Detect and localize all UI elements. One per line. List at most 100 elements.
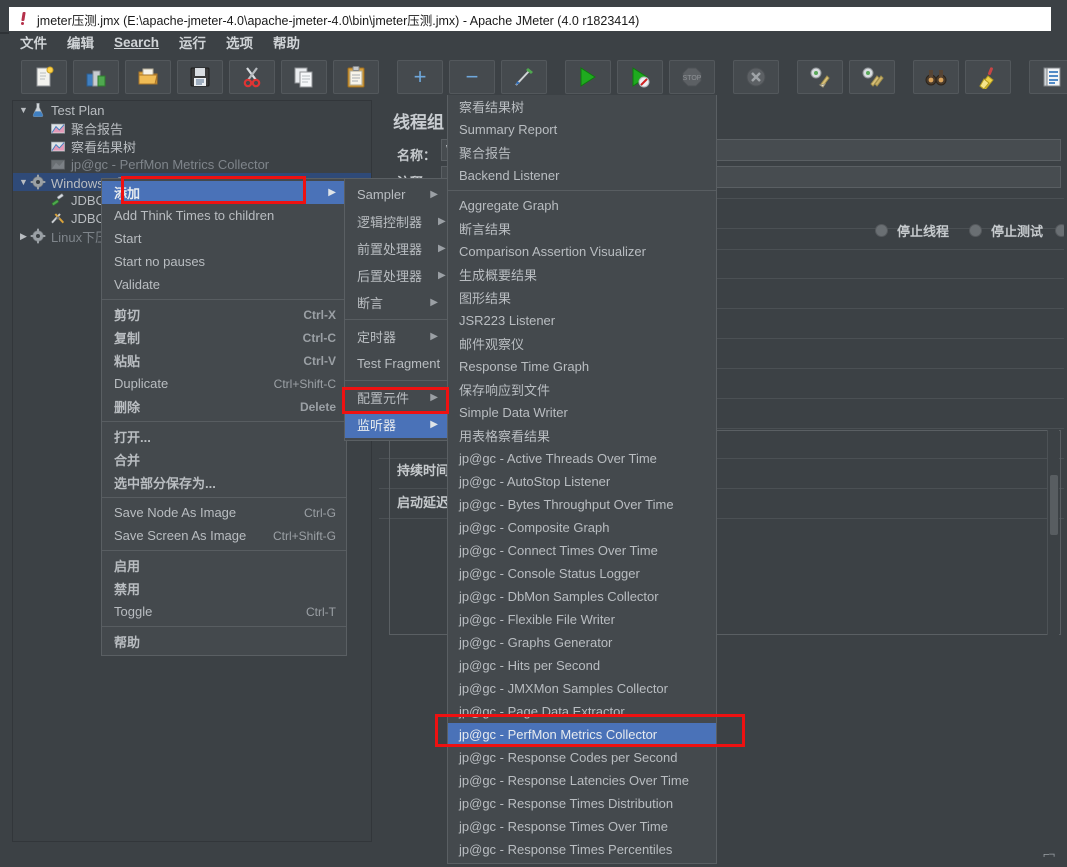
new-test-plan-button[interactable] bbox=[21, 60, 67, 94]
listener-submenu-item-18[interactable]: jp@gc - Bytes Throughput Over Time bbox=[448, 493, 716, 516]
context-menu-item-8[interactable]: 粘贴 Ctrl-V bbox=[102, 349, 346, 372]
add-submenu-item-4[interactable]: 断言 ▶ bbox=[345, 289, 448, 316]
listener-submenu-item-11[interactable]: 邮件观察仪 bbox=[448, 332, 716, 355]
add-submenu-item-9[interactable]: 配置元件 ▶ bbox=[345, 384, 448, 411]
listener-submenu-item-31[interactable]: jp@gc - Response Times Distribution bbox=[448, 792, 716, 815]
add-submenu-item-2[interactable]: 前置处理器 ▶ bbox=[345, 235, 448, 262]
listener-submenu-item-27[interactable]: jp@gc - Page Data Extractor bbox=[448, 700, 716, 723]
listener-submenu-item-2[interactable]: 聚合报告 bbox=[448, 141, 716, 164]
listener-submenu-item-25[interactable]: jp@gc - Hits per Second bbox=[448, 654, 716, 677]
listener-submenu-item-30[interactable]: jp@gc - Response Latencies Over Time bbox=[448, 769, 716, 792]
cut-button[interactable] bbox=[229, 60, 275, 94]
tree-node-3[interactable]: jp@gc - PerfMon Metrics Collector bbox=[13, 155, 371, 173]
context-menu-item-13[interactable]: 合并 bbox=[102, 448, 346, 471]
context-menu-item-14[interactable]: 选中部分保存为... bbox=[102, 471, 346, 494]
listener-submenu-item-13[interactable]: 保存响应到文件 bbox=[448, 378, 716, 401]
listener-submenu-item-8[interactable]: 生成概要结果 bbox=[448, 263, 716, 286]
clear-button[interactable] bbox=[797, 60, 843, 94]
listener-submenu-item-5[interactable]: Aggregate Graph bbox=[448, 194, 716, 217]
context-menu-item-19[interactable]: 启用 bbox=[102, 554, 346, 577]
add-submenu-item-1[interactable]: 逻辑控制器 ▶ bbox=[345, 208, 448, 235]
menubar-item-5[interactable]: 帮助 bbox=[273, 32, 300, 52]
context-menu-item-20[interactable]: 禁用 bbox=[102, 577, 346, 600]
context-menu-item-6[interactable]: 剪切 Ctrl-X bbox=[102, 303, 346, 326]
reset-search-button[interactable] bbox=[965, 60, 1011, 94]
save-button[interactable] bbox=[177, 60, 223, 94]
copy-button[interactable] bbox=[281, 60, 327, 94]
function-helper-button[interactable] bbox=[1029, 60, 1067, 94]
listener-submenu-item-17[interactable]: jp@gc - AutoStop Listener bbox=[448, 470, 716, 493]
add-submenu-item-7[interactable]: Test Fragment▶ bbox=[345, 350, 464, 377]
listener-submenu-item-22[interactable]: jp@gc - DbMon Samples Collector bbox=[448, 585, 716, 608]
tree-node-1[interactable]: 聚合报告 bbox=[13, 119, 371, 137]
listener-submenu-item-28[interactable]: jp@gc - PerfMon Metrics Collector bbox=[448, 723, 716, 746]
context-menu-item-9[interactable]: Duplicate Ctrl+Shift-C bbox=[102, 372, 346, 395]
context-menu-item-4[interactable]: Validate bbox=[102, 273, 346, 296]
listener-submenu-item-29[interactable]: jp@gc - Response Codes per Second bbox=[448, 746, 716, 769]
toggle-button[interactable] bbox=[501, 60, 547, 94]
expand-collapse-icon-open[interactable]: ▼ bbox=[17, 177, 30, 187]
listener-submenu[interactable]: 察看结果树 Summary Report 聚合报告 Backend Listener A… bbox=[447, 95, 717, 864]
paste-button[interactable] bbox=[333, 60, 379, 94]
stop-button[interactable]: STOP bbox=[669, 60, 715, 94]
add-submenu-item-6[interactable]: 定时器 ▶ bbox=[345, 323, 448, 350]
listener-submenu-item-24[interactable]: jp@gc - Graphs Generator bbox=[448, 631, 716, 654]
listener-submenu-item-14[interactable]: Simple Data Writer bbox=[448, 401, 716, 424]
tree-node-0[interactable]: ▼ Test Plan bbox=[13, 101, 371, 119]
listener-submenu-item-26[interactable]: jp@gc - JMXMon Samples Collector bbox=[448, 677, 716, 700]
menubar-item-4[interactable]: 选项 bbox=[226, 32, 253, 52]
listener-submenu-item-6[interactable]: 断言结果 bbox=[448, 217, 716, 240]
expand-collapse-icon-open[interactable]: ▼ bbox=[17, 105, 30, 115]
menubar-item-2[interactable]: Search bbox=[114, 35, 159, 50]
listener-submenu-item-12[interactable]: Response Time Graph bbox=[448, 355, 716, 378]
listener-submenu-item-20[interactable]: jp@gc - Connect Times Over Time bbox=[448, 539, 716, 562]
radio-stop-test[interactable] bbox=[969, 224, 982, 237]
expand-collapse-icon-closed[interactable]: ▶ bbox=[17, 231, 30, 242]
context-menu-item-0[interactable]: 添加 ▶ bbox=[102, 181, 346, 204]
context-menu-item-17[interactable]: Save Screen As Image Ctrl+Shift-G bbox=[102, 524, 346, 547]
menubar-item-0[interactable]: 文件 bbox=[20, 32, 47, 52]
tree-node-2[interactable]: 察看结果树 bbox=[13, 137, 371, 155]
context-menu-item-10[interactable]: 删除 Delete bbox=[102, 395, 346, 418]
menubar-item-1[interactable]: 编辑 bbox=[67, 32, 94, 52]
radio-stop-test-now[interactable] bbox=[1055, 224, 1064, 237]
listener-submenu-item-33[interactable]: jp@gc - Response Times Percentiles bbox=[448, 838, 716, 861]
listener-submenu-item-32[interactable]: jp@gc - Response Times Over Time bbox=[448, 815, 716, 838]
listener-submenu-item-16[interactable]: jp@gc - Active Threads Over Time bbox=[448, 447, 716, 470]
listener-submenu-item-15[interactable]: 用表格察看结果 bbox=[448, 424, 716, 447]
panel-scroll-track[interactable] bbox=[1047, 430, 1059, 635]
add-submenu-item-3[interactable]: 后置处理器 ▶ bbox=[345, 262, 448, 289]
start-no-pauses-button[interactable] bbox=[617, 60, 663, 94]
expand-all-button[interactable]: + bbox=[397, 60, 443, 94]
listener-submenu-item-23[interactable]: jp@gc - Flexible File Writer bbox=[448, 608, 716, 631]
search-button[interactable] bbox=[913, 60, 959, 94]
listener-submenu-item-7[interactable]: Comparison Assertion Visualizer bbox=[448, 240, 716, 263]
shutdown-button[interactable] bbox=[733, 60, 779, 94]
add-submenu[interactable]: Sampler ▶ 逻辑控制器 ▶ 前置处理器 ▶ 后置处理器 ▶ 断言 ▶ 定时器 ▶ Test Fr… bbox=[344, 178, 464, 441]
start-button[interactable] bbox=[565, 60, 611, 94]
panel-scroll-thumb[interactable] bbox=[1050, 475, 1058, 535]
listener-submenu-item-1[interactable]: Summary Report bbox=[448, 118, 716, 141]
add-submenu-item-0[interactable]: Sampler ▶ bbox=[345, 181, 448, 208]
context-menu-item-1[interactable]: Add Think Times to children bbox=[102, 204, 346, 227]
listener-submenu-item-21[interactable]: jp@gc - Console Status Logger bbox=[448, 562, 716, 585]
tree-context-menu[interactable]: 添加 ▶ Add Think Times to children Start Start… bbox=[101, 178, 347, 656]
context-menu-item-7[interactable]: 复制 Ctrl-C bbox=[102, 326, 346, 349]
context-menu-item-12[interactable]: 打开... bbox=[102, 425, 346, 448]
context-menu-item-21[interactable]: Toggle Ctrl-T bbox=[102, 600, 346, 623]
listener-submenu-item-10[interactable]: JSR223 Listener bbox=[448, 309, 716, 332]
add-submenu-item-10[interactable]: 监听器 ▶ bbox=[345, 411, 448, 438]
collapse-all-button[interactable]: − bbox=[449, 60, 495, 94]
open-button[interactable] bbox=[125, 60, 171, 94]
templates-button[interactable] bbox=[73, 60, 119, 94]
listener-submenu-item-19[interactable]: jp@gc - Composite Graph bbox=[448, 516, 716, 539]
listener-submenu-item-0[interactable]: 察看结果树 bbox=[448, 95, 716, 118]
menubar-item-3[interactable]: 运行 bbox=[179, 32, 206, 52]
listener-submenu-item-9[interactable]: 图形结果 bbox=[448, 286, 716, 309]
context-menu-item-16[interactable]: Save Node As Image Ctrl-G bbox=[102, 501, 346, 524]
radio-stop-thread[interactable] bbox=[875, 224, 888, 237]
context-menu-item-23[interactable]: 帮助 bbox=[102, 630, 346, 653]
context-menu-item-2[interactable]: Start bbox=[102, 227, 346, 250]
listener-submenu-item-3[interactable]: Backend Listener bbox=[448, 164, 716, 187]
context-menu-item-3[interactable]: Start no pauses bbox=[102, 250, 346, 273]
